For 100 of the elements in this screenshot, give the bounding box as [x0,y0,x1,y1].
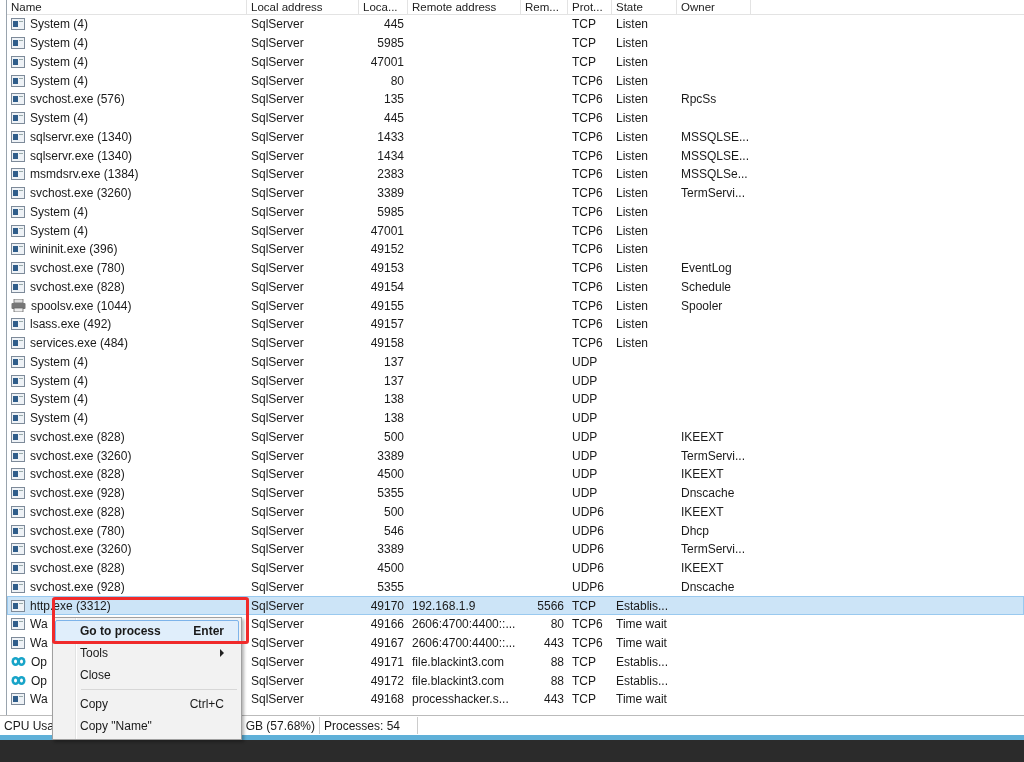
table-cell: 137 [383,354,404,369]
table-cell: Listen [616,92,649,107]
table-cell: SqlServer [251,242,304,257]
table-cell: 1433 [377,129,404,144]
table-cell: Schedule [681,279,732,294]
menu-item[interactable]: Tools [55,642,239,664]
table-cell: Listen [616,17,649,32]
table-cell: SqlServer [251,298,304,313]
table-cell[interactable]: System (4) [30,73,88,88]
menu-item[interactable]: Copy "Name" [55,715,239,737]
table-cell: Listen [616,223,649,238]
window-icon [11,355,25,368]
table-cell[interactable]: Op [31,654,47,669]
table-cell: SqlServer [251,636,304,651]
table-cell[interactable]: System (4) [30,54,88,69]
table-cell[interactable]: services.exe (484) [30,336,129,351]
table-cell: Dnscache [681,579,735,594]
table-cell: Establis... [616,598,669,613]
table-cell: 49153 [370,261,404,276]
table-cell: UDP [572,411,598,426]
table-cell[interactable]: svchost.exe (780) [30,523,125,538]
table-cell[interactable]: Wa [30,617,48,632]
menu-item[interactable]: Close [55,664,239,686]
table-cell: 5985 [377,204,404,219]
table-cell[interactable]: Wa [30,636,48,651]
table-cell[interactable]: System (4) [30,111,88,126]
table-cell: 445 [383,17,404,32]
table-cell[interactable]: System (4) [30,373,88,388]
table-cell[interactable]: svchost.exe (928) [30,486,125,501]
table-cell[interactable]: svchost.exe (828) [30,561,125,576]
window-icon [11,412,25,425]
table-cell[interactable]: System (4) [30,411,88,426]
table-cell[interactable]: svchost.exe (3260) [30,448,132,463]
column-header[interactable]: Name [7,0,247,14]
table-cell: 443 [543,636,564,651]
table-cell: SqlServer [251,542,304,557]
table-cell[interactable]: System (4) [30,17,88,32]
table-cell: UDP [572,448,598,463]
table-cell: file.blackint3.com [412,673,505,688]
table-cell: UDP [572,467,598,482]
table-cell: TCP [572,692,596,707]
table-cell[interactable]: System (4) [30,354,88,369]
table-cell: Time wait [616,617,667,632]
table-cell: TCP6 [572,73,603,88]
processes-text: Processes: 54 [324,718,401,733]
table-cell[interactable]: svchost.exe (828) [30,467,125,482]
table-cell: 49168 [370,692,404,707]
table-cell: SqlServer [251,467,304,482]
window-icon [11,337,25,350]
table-cell: SqlServer [251,692,304,707]
table-cell: TCP [572,673,596,688]
table-cell[interactable]: svchost.exe (3260) [30,542,132,557]
window-icon [11,543,25,556]
table-cell[interactable]: lsass.exe (492) [30,317,112,332]
table-cell[interactable]: msmdsrv.exe (1384) [30,167,139,182]
table-cell: SqlServer [251,392,304,407]
table-cell[interactable]: svchost.exe (828) [30,279,125,294]
table-cell[interactable]: wininit.exe (396) [30,242,118,257]
table-cell: 49154 [370,279,404,294]
column-header[interactable]: Local address [247,0,359,14]
table-cell[interactable]: svchost.exe (780) [30,261,125,276]
table-cell[interactable]: System (4) [30,204,88,219]
table-cell[interactable]: svchost.exe (3260) [30,186,132,201]
table-cell: UDP [572,429,598,444]
table-cell[interactable]: svchost.exe (828) [30,504,125,519]
table-cell: SqlServer [251,54,304,69]
column-header[interactable]: Prot... [568,0,612,14]
table-cell: UDP [572,486,598,501]
table-cell: SqlServer [251,17,304,32]
table-cell: 2606:4700:4400::... [412,636,516,651]
table-cell[interactable]: System (4) [30,392,88,407]
menu-item[interactable]: Go to process Enter [55,620,239,642]
table-cell[interactable]: Op [31,673,47,688]
table-cell[interactable]: sqlservr.exe (1340) [30,148,133,163]
table-cell: 138 [383,392,404,407]
table-cell: SqlServer [251,523,304,538]
table-cell: Spooler [681,298,723,313]
column-header[interactable]: State [612,0,677,14]
table-cell: SqlServer [251,223,304,238]
table-cell: TCP6 [572,336,603,351]
table-cell[interactable]: spoolsv.exe (1044) [31,298,132,313]
column-header[interactable]: Remote address [408,0,521,14]
menu-item[interactable]: Copy Ctrl+C [55,693,239,715]
window-icon [11,280,25,293]
table-cell[interactable]: svchost.exe (828) [30,429,125,444]
column-header[interactable]: Rem... [521,0,568,14]
table-cell: SqlServer [251,373,304,388]
table-cell[interactable]: svchost.exe (576) [30,92,125,107]
table-cell[interactable]: System (4) [30,36,88,51]
table-cell[interactable]: svchost.exe (928) [30,579,125,594]
table-cell[interactable]: sqlservr.exe (1340) [30,129,133,144]
table-cell: TCP6 [572,186,603,201]
table-cell[interactable]: System (4) [30,223,88,238]
column-header[interactable]: Loca... [359,0,408,14]
table-cell: 1434 [377,148,404,163]
column-header[interactable]: Owner [677,0,751,14]
table-cell: 5355 [377,486,404,501]
table-cell[interactable]: Wa [30,692,48,707]
table-cell: 4500 [377,467,404,482]
table-cell: 500 [383,504,404,519]
